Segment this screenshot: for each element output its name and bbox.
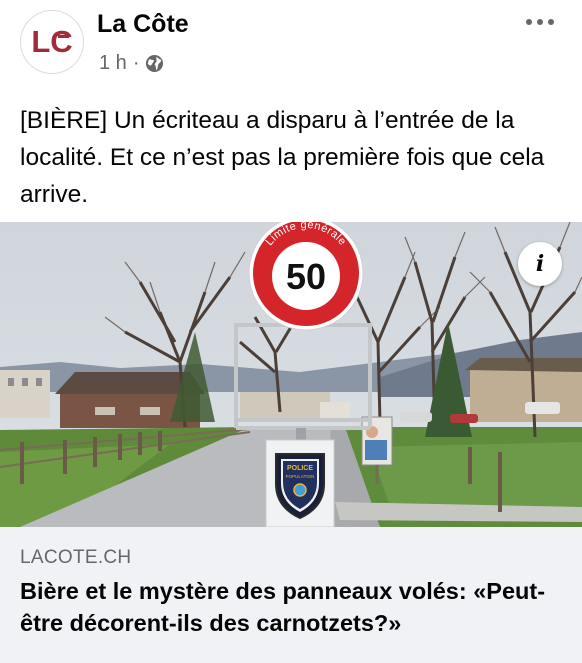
- avatar-logo-bar: [58, 35, 69, 38]
- more-options-icon[interactable]: [526, 14, 554, 30]
- preview-photo: Limite générale 50 POLICE POPULATION: [0, 222, 582, 527]
- link-preview-image[interactable]: Limite générale 50 POLICE POPULATION: [0, 222, 582, 527]
- meta-separator: ·: [132, 52, 140, 74]
- post-text: [BIÈRE] Un écriteau a disparu à l’entrée…: [20, 107, 545, 208]
- post-header: LC La Côte 1 h ·: [0, 0, 582, 90]
- speed-limit-number: 50: [286, 256, 326, 297]
- police-badge-subtext: POPULATION: [286, 474, 315, 479]
- post-timestamp[interactable]: 1 h: [99, 52, 127, 75]
- avatar-logo-text: LC: [31, 24, 73, 59]
- page-avatar[interactable]: LC: [20, 10, 84, 74]
- globe-icon: [146, 54, 164, 73]
- info-icon[interactable]: i: [518, 242, 562, 286]
- police-badge-text: POLICE: [287, 465, 313, 472]
- link-title[interactable]: Bière et le mystère des panneaux volés: …: [20, 575, 565, 639]
- page-name[interactable]: La Côte: [97, 10, 189, 39]
- link-domain: LACOTE.CH: [20, 547, 132, 568]
- post-meta: 1 h ·: [99, 52, 164, 75]
